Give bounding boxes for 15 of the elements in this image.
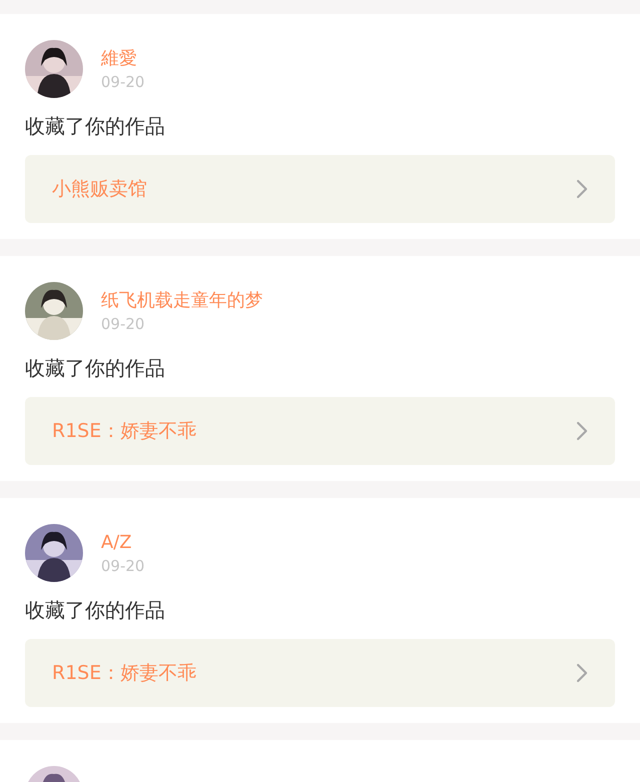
user-name[interactable]: A/Z — [101, 531, 145, 555]
activity-text: 收藏了你的作品 — [25, 597, 166, 623]
activity-text: 收藏了你的作品 — [25, 355, 166, 381]
date: 09-20 — [101, 315, 146, 333]
chevron-right-icon — [576, 421, 588, 441]
user-name[interactable]: 維愛 — [101, 47, 145, 71]
user-name[interactable]: 纸飞机载走童年的梦 — [101, 289, 263, 313]
date: 09-20 — [101, 557, 145, 575]
work-link[interactable]: R1SE：娇妻不乖 — [25, 397, 615, 465]
work-link[interactable]: 小熊贩卖馆 — [25, 155, 615, 223]
work-link[interactable]: R1SE：娇妻不乖 — [25, 639, 615, 707]
chevron-right-icon — [576, 179, 588, 199]
activity-text: 收藏了你的作品 — [25, 113, 166, 139]
chevron-right-icon — [576, 663, 588, 683]
date: 09-20 — [101, 73, 145, 91]
